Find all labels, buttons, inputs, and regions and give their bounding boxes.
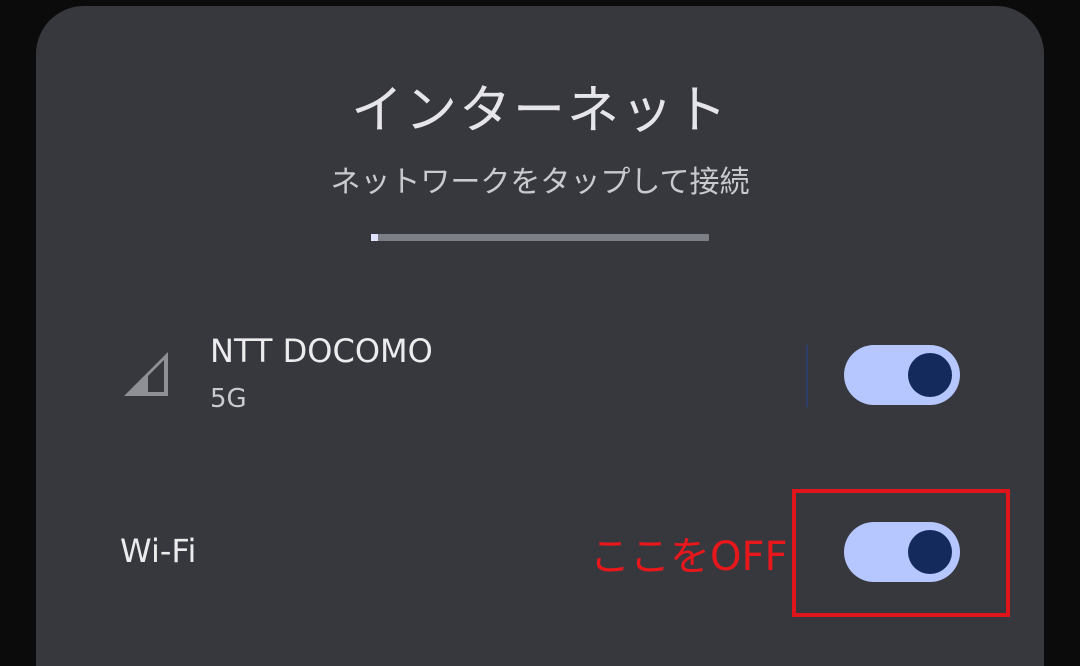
scan-progress-fill	[371, 234, 378, 241]
toggle-knob	[908, 353, 952, 397]
cell-signal-icon	[124, 352, 168, 396]
panel-subtitle: ネットワークをタップして接続	[330, 165, 750, 200]
mobile-data-toggle[interactable]	[844, 345, 960, 405]
wifi-label: Wi-Fi	[120, 532, 197, 570]
annotation-text: ここをOFF	[590, 534, 788, 580]
toggle-divider	[806, 345, 808, 407]
annotation-highlight-box	[792, 489, 1010, 617]
panel-title: インターネット	[350, 81, 729, 141]
scan-progress-bar	[371, 234, 709, 241]
mobile-network-name[interactable]: NTT DOCOMO	[210, 332, 433, 370]
mobile-network-type: 5G	[210, 384, 247, 414]
